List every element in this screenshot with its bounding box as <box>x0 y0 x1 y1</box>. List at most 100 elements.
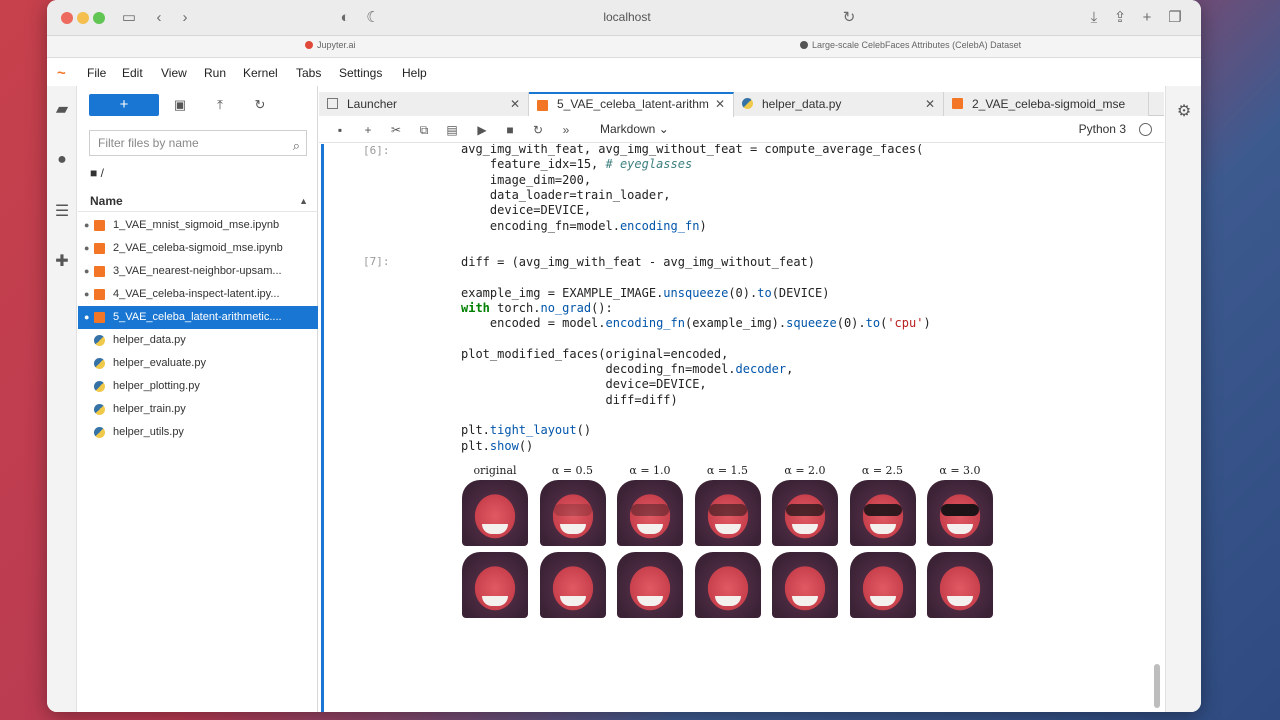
browser-window: ▭ ‹ › ◐ ☾ localhost ↻ ⤓ ⇪ + ❐ Jupyter.ai… <box>47 0 1201 712</box>
tab-latent-arithmetic[interactable]: 5_VAE_celeba_latent-arithm ✕ <box>529 92 734 117</box>
breadcrumb[interactable]: ■ / <box>90 166 104 180</box>
notebook-icon <box>952 98 963 109</box>
fast-forward-icon[interactable]: » <box>557 121 575 139</box>
search-icon: ⌕ <box>292 138 300 153</box>
menu-kernel[interactable]: Kernel <box>243 66 278 80</box>
file-name: 1_VAE_mnist_sigmoid_mse.ipynb <box>113 219 280 231</box>
file-name: helper_plotting.py <box>113 380 200 392</box>
save-icon[interactable]: ▪ <box>331 121 349 139</box>
new-tab-icon[interactable]: + <box>1137 8 1157 28</box>
python-file-icon <box>94 381 105 392</box>
forward-icon[interactable]: › <box>175 8 195 28</box>
tab-overview-icon[interactable]: ❐ <box>1165 8 1185 28</box>
folder-icon[interactable]: ▰ <box>52 100 72 120</box>
python-file-icon <box>742 98 753 109</box>
copy-icon[interactable]: ⧉ <box>415 121 433 139</box>
cell-prompt: [6]: <box>363 144 390 157</box>
notebook-icon <box>94 266 105 277</box>
menu-tabs[interactable]: Tabs <box>296 66 321 80</box>
cell-type-select[interactable]: Markdown ⌄ <box>600 122 669 136</box>
close-window-button[interactable] <box>61 12 73 24</box>
reader-icon[interactable]: ☾ <box>363 8 383 28</box>
table-of-contents-icon[interactable]: ☰ <box>52 202 72 222</box>
file-item[interactable]: helper_evaluate.py <box>78 352 318 375</box>
menu-view[interactable]: View <box>161 66 187 80</box>
face-smile <box>869 596 896 606</box>
face-without-feature <box>927 552 993 618</box>
face-smile <box>792 524 818 534</box>
extensions-icon[interactable]: ✚ <box>52 252 72 272</box>
back-icon[interactable]: ‹ <box>149 8 169 28</box>
maximize-window-button[interactable] <box>93 12 105 24</box>
face-without-feature <box>694 552 761 618</box>
paste-icon[interactable]: ▤ <box>443 121 461 139</box>
file-item[interactable]: helper_plotting.py <box>78 375 318 398</box>
menu-file[interactable]: File <box>87 66 106 80</box>
menu-run[interactable]: Run <box>204 66 226 80</box>
notebook-scrollbar[interactable] <box>1154 664 1160 708</box>
active-cell-indicator <box>321 144 324 712</box>
new-launcher-button[interactable]: + <box>89 94 159 116</box>
file-name: 2_VAE_celeba-sigmoid_mse.ipynb <box>113 242 283 254</box>
file-item[interactable]: ● 1_VAE_mnist_sigmoid_mse.ipynb <box>78 214 318 237</box>
url-bar[interactable]: localhost <box>587 10 667 24</box>
face-smile <box>714 596 741 606</box>
eyeglasses-overlay <box>708 504 747 516</box>
python-file-icon <box>94 358 105 369</box>
file-list-header[interactable]: Name ▲ <box>78 190 318 212</box>
face-column-label: α = 1.0 <box>629 464 671 477</box>
share-icon[interactable]: ⇪ <box>1110 8 1130 28</box>
tab-sigmoid-mse[interactable]: 2_VAE_celeba-sigmoid_mse <box>944 92 1149 116</box>
file-item[interactable]: ● 5_VAE_celeba_latent-arithmetic.... <box>78 306 318 329</box>
face-without-feature <box>462 552 528 618</box>
file-name: helper_evaluate.py <box>113 357 206 369</box>
browser-tab-jupyter[interactable]: Jupyter.ai <box>305 40 356 50</box>
tab-helper-data[interactable]: helper_data.py ✕ <box>734 92 944 116</box>
file-item[interactable]: helper_data.py <box>78 329 318 352</box>
code-line: with torch.no_grad(): <box>461 300 613 315</box>
notebook-toolbar: ▪ + ✂ ⧉ ▤ ▶ ■ ↻ » Markdown ⌄ Python 3 <box>319 117 1164 143</box>
upload-icon[interactable]: ⤒ <box>210 95 230 115</box>
close-tab-icon[interactable]: ✕ <box>715 94 725 115</box>
restart-icon[interactable]: ↻ <box>529 121 547 139</box>
file-item[interactable]: ● 4_VAE_celeba-inspect-latent.ipy... <box>78 283 318 306</box>
eyeglasses-overlay <box>786 504 824 516</box>
close-tab-icon[interactable]: ✕ <box>925 92 935 116</box>
jupyter-logo-icon: ~ <box>57 65 66 82</box>
sidebar-toggle-icon[interactable]: ▭ <box>119 8 139 28</box>
face-smile <box>559 524 586 534</box>
file-item[interactable]: ● 2_VAE_celeba-sigmoid_mse.ipynb <box>78 237 318 260</box>
insert-cell-icon[interactable]: + <box>359 121 377 139</box>
tab-launcher[interactable]: Launcher ✕ <box>319 92 529 116</box>
new-folder-icon[interactable]: ▣ <box>170 95 190 115</box>
menu-help[interactable]: Help <box>402 66 427 80</box>
file-name: helper_utils.py <box>113 426 184 438</box>
file-filter-input[interactable]: Filter files by name ⌕ <box>89 130 307 156</box>
privacy-icon[interactable]: ◐ <box>335 8 355 28</box>
download-icon[interactable]: ⤓ <box>1084 8 1104 28</box>
run-icon[interactable]: ▶ <box>473 121 491 139</box>
browser-tab-celeba[interactable]: Large-scale CelebFaces Attributes (Celeb… <box>800 40 1021 50</box>
face-column-label: original <box>473 464 517 477</box>
menu-edit[interactable]: Edit <box>122 66 143 80</box>
face-smile <box>482 524 508 534</box>
kernel-name[interactable]: Python 3 <box>1079 122 1126 136</box>
face-with-feature <box>772 480 838 546</box>
face-smile <box>637 524 663 534</box>
file-item[interactable]: helper_utils.py <box>78 421 318 444</box>
close-tab-icon[interactable]: ✕ <box>510 92 520 116</box>
cut-icon[interactable]: ✂ <box>387 121 405 139</box>
minimize-window-button[interactable] <box>77 12 89 24</box>
file-item[interactable]: helper_train.py <box>78 398 318 421</box>
menu-settings[interactable]: Settings <box>339 66 382 80</box>
refresh-icon[interactable]: ↻ <box>250 95 270 115</box>
reload-icon[interactable]: ↻ <box>839 8 859 28</box>
running-indicator-icon: ● <box>84 243 90 253</box>
property-inspector-icon[interactable]: ⚙ <box>1174 102 1194 122</box>
running-kernels-icon[interactable]: ● <box>52 150 72 170</box>
notebook-icon <box>94 312 105 323</box>
file-item[interactable]: ● 3_VAE_nearest-neighbor-upsam... <box>78 260 318 283</box>
stop-icon[interactable]: ■ <box>501 121 519 139</box>
file-list: ● 1_VAE_mnist_sigmoid_mse.ipynb ● 2_VAE_cel… <box>78 214 318 444</box>
cell-prompt: [7]: <box>363 255 390 268</box>
